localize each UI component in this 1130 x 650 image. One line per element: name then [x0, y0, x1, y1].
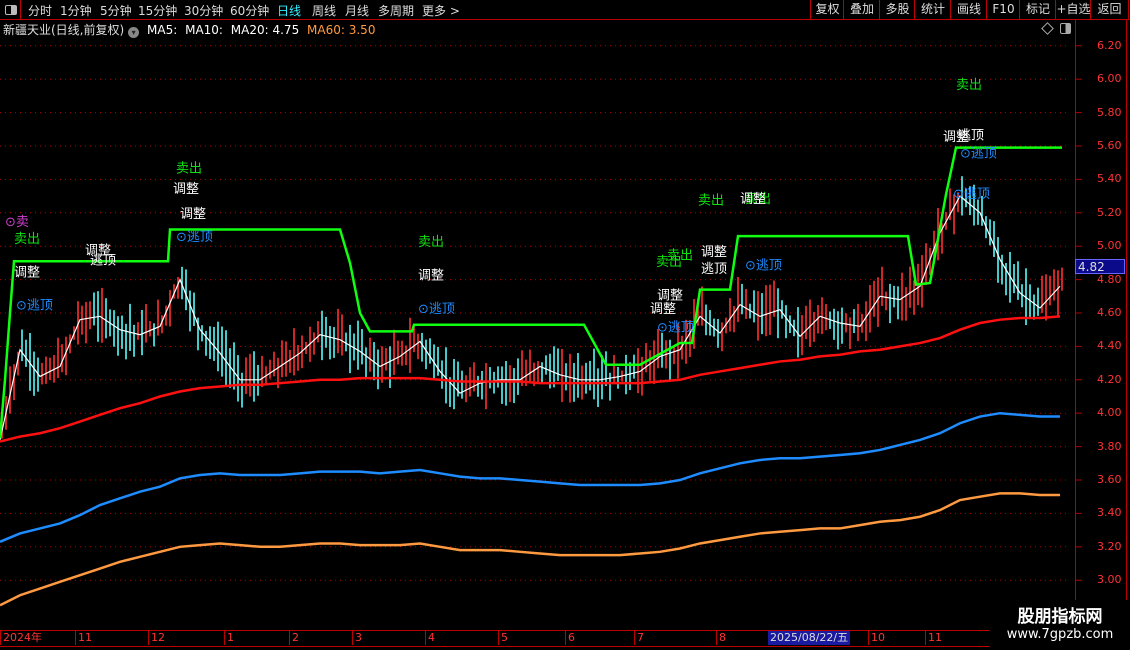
signal-label: 逃顶 [701, 262, 727, 277]
current-price-label: 4.82 [1075, 259, 1125, 274]
x-tick-label: 2024年 [0, 631, 42, 645]
period-tab-30min[interactable]: 30分钟 [184, 2, 223, 19]
ma-line-bandmid [0, 411, 1060, 543]
layout-toggle-icon[interactable] [0, 0, 21, 19]
chevron-down-icon[interactable]: ▾ [128, 27, 140, 38]
period-tab-more[interactable]: 更多 > [422, 2, 460, 19]
period-tab-monthly[interactable]: 月线 [345, 2, 369, 19]
y-tick-label: 6.20 [1097, 38, 1122, 52]
y-tick-label: 4.20 [1097, 372, 1122, 386]
x-tick-label: 1 [224, 631, 234, 645]
signal-label: 调整 [14, 265, 40, 280]
y-tick-label: 3.80 [1097, 439, 1122, 453]
period-tab-15min[interactable]: 15分钟 [138, 2, 177, 19]
signal-label: 调整 [740, 192, 766, 207]
ma10-value: MA10: [185, 23, 223, 37]
crosshair-date: 2025/08/22/五 [768, 631, 851, 645]
ma-line-ma5 [0, 195, 1061, 441]
kline-chart[interactable]: ⊙卖卖出调整⊙逃顶调整逃顶卖出调整调整⊙逃顶 卖出调整⊙逃顶卖出卖出调整逃顶调整调… [0, 0, 1130, 650]
ma-line-ma60 [0, 492, 1060, 607]
x-tick-label: 6 [565, 631, 575, 645]
mark-button[interactable]: 标记 [1019, 0, 1056, 19]
stock-name: 新疆天业(日线,前复权) [3, 23, 125, 37]
signal-label: 卖出 [656, 255, 682, 270]
y-tick-label: 5.40 [1097, 172, 1122, 186]
signal-label: ⊙逃顶 [176, 230, 213, 245]
x-tick-label: 7 [634, 631, 644, 645]
signal-label: 卖出 [176, 162, 202, 177]
signal-label: ⊙逃顶 [953, 187, 990, 202]
signal-label: 逃顶 [90, 254, 116, 269]
period-tab-daily[interactable]: 日线 [277, 2, 301, 19]
x-tick-label: 8 [716, 631, 726, 645]
period-tab-5min[interactable]: 5分钟 [100, 2, 132, 19]
signal-label: ⊙逃顶 [418, 302, 455, 317]
y-tick-label: 5.80 [1097, 105, 1122, 119]
y-tick-label: 3.20 [1097, 539, 1122, 553]
overlay-button[interactable]: 叠加 [843, 0, 880, 19]
signal-label: 卖出 [418, 235, 444, 250]
signal-label: ⊙逃顶 [657, 320, 694, 335]
period-tab-multi[interactable]: 多周期 [378, 2, 414, 19]
period-tab-1min[interactable]: 1分钟 [60, 2, 92, 19]
y-tick-label: 5.60 [1097, 139, 1122, 152]
x-tick-label: 5 [498, 631, 508, 645]
x-tick-label: 12 [148, 631, 165, 645]
statistics-button[interactable]: 统计 [914, 0, 951, 19]
period-tab-weekly[interactable]: 周线 [312, 2, 336, 19]
y-tick-label: 6.00 [1097, 72, 1122, 86]
x-tick-label: 11 [925, 631, 942, 645]
y-axis-edge [1126, 20, 1127, 630]
panel-toggle-icon[interactable] [1060, 23, 1071, 34]
period-tab-60min[interactable]: 60分钟 [230, 2, 269, 19]
signal-label: ⊙逃顶 [960, 147, 997, 162]
ma60-value: MA60: 3.50 [307, 23, 376, 37]
y-tick-label: 4.40 [1097, 339, 1122, 353]
f10-button[interactable]: F10 [986, 0, 1020, 19]
signal-label: 逃顶 [958, 128, 984, 143]
y-tick-label: 4.00 [1097, 406, 1122, 420]
ma5-value: MA5: [147, 23, 178, 37]
x-axis-bottom [0, 646, 1075, 647]
back-button[interactable]: 返回 [1090, 0, 1129, 19]
y-tick-label: 5.20 [1097, 205, 1122, 219]
signal-label: 卖出 [698, 193, 724, 208]
y-tick-label: 5.00 [1097, 239, 1122, 253]
signal-label: 调整 [418, 269, 444, 284]
indicator-info: 新疆天业(日线,前复权) ▾ MA5: MA10: MA20: 4.75 MA60… [3, 21, 379, 38]
watermark-url: www.7gpzb.com [1006, 627, 1114, 642]
signal-label: 调整 [173, 182, 199, 197]
y-axis-line [1075, 20, 1076, 630]
signal-label: 调整 [180, 207, 206, 222]
y-tick-label: 3.60 [1097, 473, 1122, 486]
toolbar: 分时 1分钟 5分钟 15分钟 30分钟 60分钟 日线 周线 月线 多周期 更… [0, 0, 1130, 20]
signal-label: 调整 [701, 245, 727, 260]
ma20-value: MA20: 4.75 [230, 23, 300, 37]
draw-line-button[interactable]: 画线 [950, 0, 987, 19]
watermark-title: 股朋指标网 [1017, 607, 1103, 627]
y-tick-label: 4.60 [1097, 306, 1122, 319]
x-tick-label: 2 [289, 631, 299, 645]
add-watchlist-button[interactable]: +自选 [1055, 0, 1091, 19]
signal-label: ⊙逃顶 [745, 259, 782, 274]
x-tick-label: 11 [75, 631, 92, 645]
signal-label: 卖出 [956, 78, 982, 93]
x-tick-label: 3 [352, 631, 362, 645]
signal-label: ⊙逃顶 [16, 299, 53, 314]
signal-label: 卖出 [14, 232, 40, 247]
signal-label: 调整 [650, 302, 676, 317]
period-tab-timeshare[interactable]: 分时 [28, 2, 52, 19]
x-tick-label: 4 [425, 631, 435, 645]
x-tick-label: 10 [868, 631, 885, 645]
signal-label: ⊙卖 [5, 215, 29, 230]
y-tick-label: 3.40 [1097, 506, 1122, 520]
adjust-button[interactable]: 复权 [810, 0, 844, 19]
watermark: 股朋指标网 www.7gpzb.com [990, 600, 1130, 650]
y-tick-label: 3.00 [1097, 573, 1122, 587]
multi-stock-button[interactable]: 多股 [879, 0, 915, 19]
